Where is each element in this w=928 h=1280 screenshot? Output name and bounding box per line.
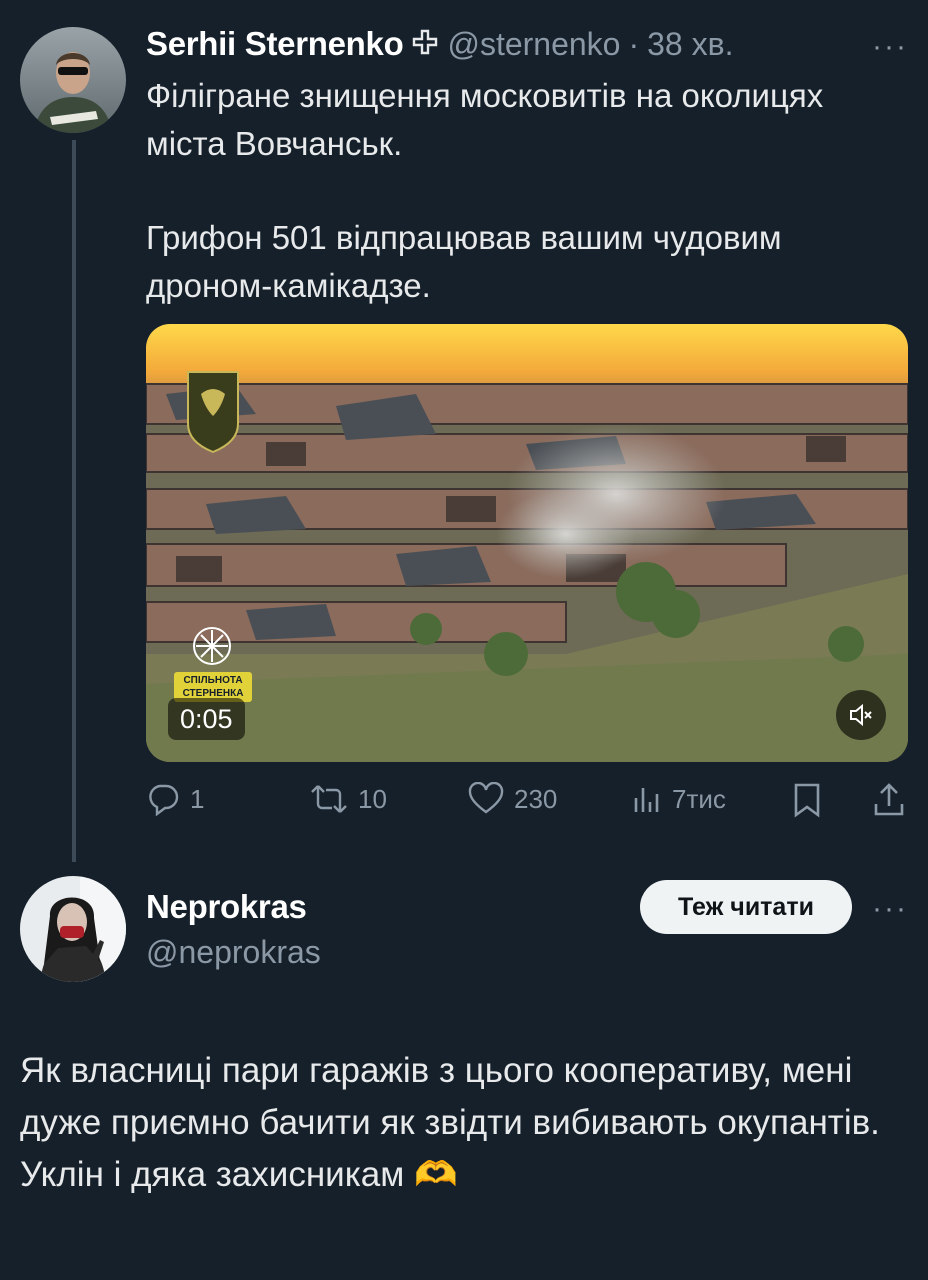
- share-button[interactable]: [872, 782, 906, 823]
- author-handle[interactable]: @sternenko: [447, 26, 620, 63]
- tweet-time[interactable]: 38 хв.: [647, 26, 733, 63]
- reply-author-handle[interactable]: @neprokras: [146, 934, 321, 971]
- tweet-text-paragraph-1: Філігране знищення московитів на околиця…: [146, 77, 824, 162]
- video-frame: [146, 324, 908, 762]
- separator-dot: ·: [628, 25, 640, 62]
- cross-badge-icon: [411, 28, 439, 61]
- reply-text: Як власниці пари гаражів з цього коопера…: [20, 1051, 880, 1194]
- mute-button[interactable]: [836, 690, 886, 740]
- retweet-icon: [311, 785, 347, 813]
- bookmark-icon: [794, 783, 820, 818]
- more-options-icon[interactable]: ···: [872, 30, 908, 64]
- like-count: 230: [514, 783, 558, 814]
- reply-count: 1: [190, 783, 205, 814]
- author-name[interactable]: Serhii Sternenko: [146, 25, 404, 63]
- video-duration: 0:05: [168, 698, 245, 740]
- thread-connector: [72, 140, 76, 862]
- grifon-501-badge-icon: [187, 371, 239, 454]
- follow-button[interactable]: Теж читати: [640, 880, 852, 934]
- reply-icon: [149, 784, 179, 816]
- avatar-neprokras[interactable]: [20, 876, 126, 982]
- retweet-action[interactable]: 10: [310, 782, 387, 816]
- reply-more-options-icon[interactable]: ···: [872, 892, 908, 926]
- views-chart-icon: [634, 788, 659, 812]
- share-icon: [874, 783, 904, 816]
- bookmark-button[interactable]: [792, 782, 822, 823]
- reply-action[interactable]: 1: [146, 782, 204, 816]
- tweet-video[interactable]: СПІЛЬНОТА СТЕРНЕНКА: [146, 324, 908, 762]
- watermark-text: СПІЛЬНОТА СТЕРНЕНКА: [176, 674, 250, 700]
- views-action[interactable]: 7тис: [632, 782, 726, 816]
- community-logo-icon: [193, 627, 231, 665]
- reply-author-name[interactable]: Neprokras: [146, 888, 307, 926]
- tweet-text-paragraph-2: Грифон 501 відпрацював вашим чудовим дро…: [146, 219, 782, 304]
- speaker-muted-icon: [850, 703, 872, 727]
- heart-icon: [468, 782, 504, 814]
- like-action[interactable]: 230: [468, 782, 557, 816]
- views-count: 7тис: [672, 783, 726, 814]
- tweet-header: Serhii Sternenko @sternenko · 38 хв.: [146, 22, 734, 66]
- avatar-sternenko[interactable]: [20, 27, 126, 133]
- watermark-line-1: СПІЛЬНОТА: [183, 675, 243, 686]
- retweet-count: 10: [358, 783, 387, 814]
